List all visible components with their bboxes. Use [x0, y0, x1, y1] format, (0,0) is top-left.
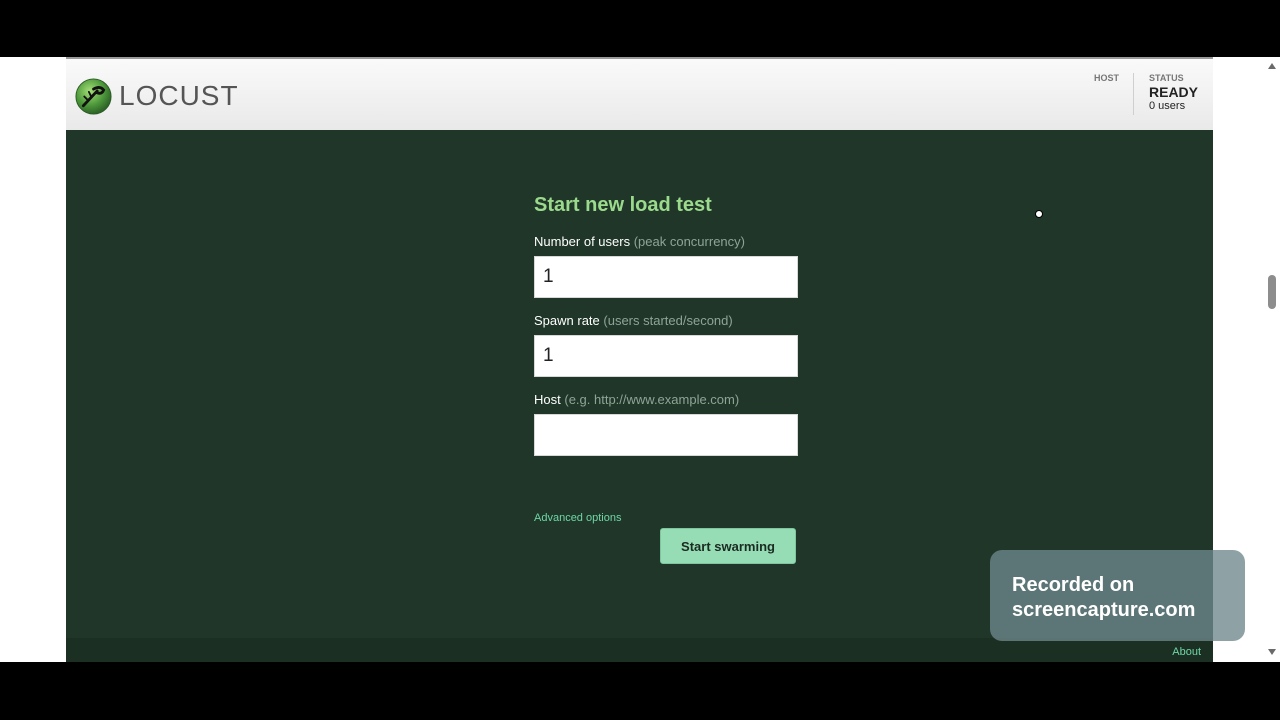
- spawn-rate-label-text: Spawn rate: [534, 313, 600, 328]
- host-hint: (e.g. http://www.example.com): [564, 392, 740, 407]
- about-link[interactable]: About: [1172, 646, 1201, 658]
- users-input[interactable]: [534, 256, 798, 298]
- watermark-line-2: screencapture.com: [1012, 599, 1196, 621]
- header-divider: [1133, 73, 1134, 115]
- status-label: STATUS: [1149, 73, 1184, 83]
- status-block: STATUS READY 0 users: [1149, 73, 1198, 112]
- spawn-rate-hint: (users started/second): [603, 313, 733, 328]
- advanced-options-link[interactable]: Advanced options: [534, 512, 621, 524]
- locust-logo-icon: [75, 77, 112, 115]
- users-hint: (peak concurrency): [633, 234, 745, 249]
- users-label: Number of users (peak concurrency): [534, 234, 745, 249]
- spawn-rate-label: Spawn rate (users started/second): [534, 313, 733, 328]
- logo[interactable]: LOCUST: [75, 76, 239, 116]
- scroll-down-icon[interactable]: [1268, 649, 1276, 655]
- host-input[interactable]: [534, 414, 798, 456]
- watermark-line-1: Recorded on: [1012, 574, 1135, 596]
- spawn-rate-input[interactable]: [534, 335, 798, 377]
- user-count: 0 users: [1149, 100, 1186, 112]
- logo-text: LOCUST: [119, 80, 239, 111]
- status-value: READY: [1149, 84, 1199, 100]
- footer: About: [66, 638, 1213, 662]
- scroll-up-icon[interactable]: [1268, 63, 1276, 69]
- users-label-text: Number of users: [534, 234, 631, 249]
- host-field-label: Host (e.g. http://www.example.com): [534, 392, 739, 407]
- new-test-form: Start new load test Number of users (pea…: [534, 194, 799, 564]
- host-label: HOST: [1094, 73, 1120, 83]
- form-title: Start new load test: [534, 194, 712, 216]
- host-label-text: Host: [534, 392, 561, 407]
- recording-watermark: Recorded on screencapture.com: [990, 550, 1245, 641]
- scroll-thumb[interactable]: [1268, 275, 1276, 309]
- top-header: LOCUST HOST STATUS READY 0 users: [66, 57, 1213, 130]
- vertical-scrollbar[interactable]: [1264, 57, 1280, 662]
- cursor-icon: [1035, 210, 1043, 218]
- start-swarming-button[interactable]: Start swarming: [660, 528, 796, 564]
